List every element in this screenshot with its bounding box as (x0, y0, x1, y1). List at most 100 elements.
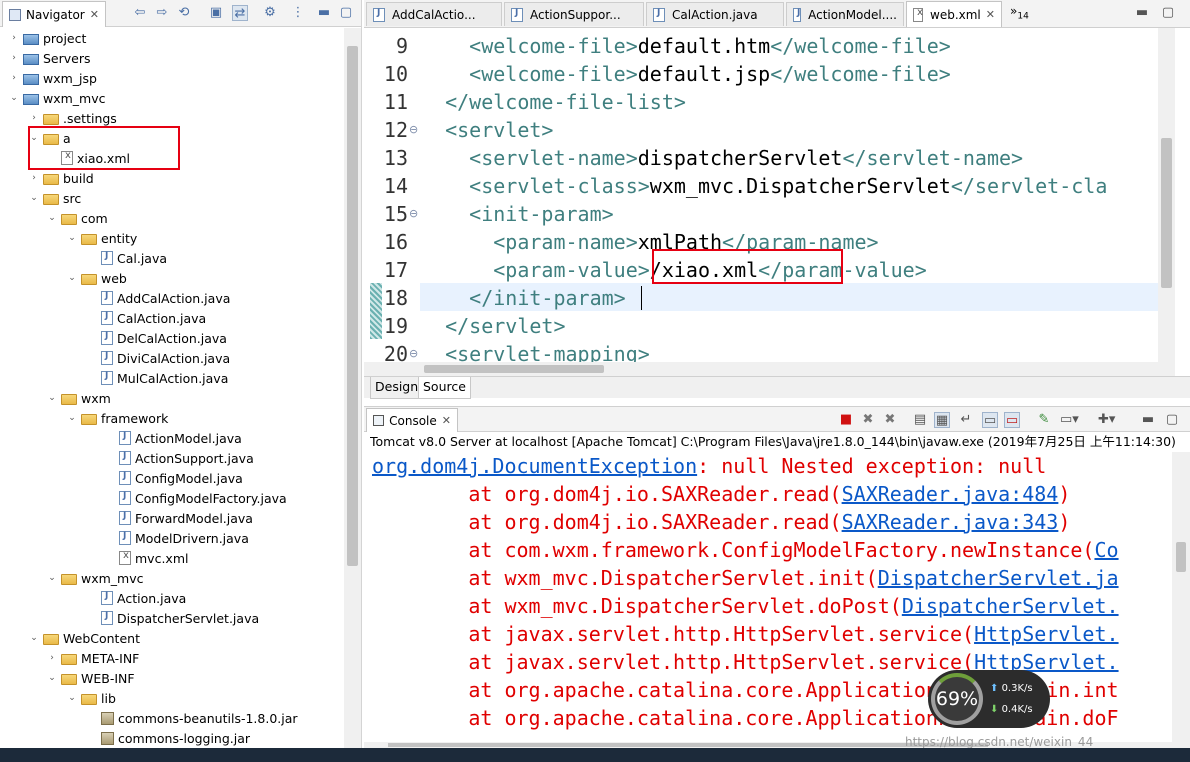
editor-tab[interactable]: ActionModel.... (786, 2, 904, 26)
console-minimize-icon[interactable]: ▬ (1140, 412, 1156, 428)
tree-item[interactable]: › .settings (28, 108, 117, 128)
tree-item[interactable]: MulCalAction.java (86, 368, 228, 388)
tree-item[interactable]: ⌄ WebContent (28, 628, 140, 648)
tree-item[interactable]: ConfigModel.java (104, 468, 243, 488)
tree-item[interactable]: commons-beanutils-1.8.0.jar (86, 708, 298, 728)
tree-item[interactable]: ⌄ entity (66, 228, 137, 248)
tree-item[interactable]: mvc.xml (104, 548, 188, 568)
collapse-chevron-icon[interactable]: ⌄ (28, 193, 40, 203)
navigator-tab[interactable]: Navigator ✕ (2, 1, 106, 27)
tree-item[interactable]: DispatcherServlet.java (86, 608, 259, 628)
back-arrow-icon[interactable]: ⇦ (132, 5, 148, 21)
tab-design[interactable]: Design (370, 377, 424, 399)
network-speed-widget[interactable]: 69% ⬆ 0.3K/s ⬇ 0.4K/s (928, 670, 1050, 728)
tree-item[interactable]: › project (8, 28, 86, 48)
collapse-chevron-icon[interactable]: ⌄ (28, 633, 40, 643)
expand-chevron-icon[interactable]: › (28, 173, 40, 183)
fold-toggle-icon[interactable]: ⊖ (409, 116, 418, 144)
go-into-icon[interactable]: ⟲ (176, 5, 192, 21)
expand-chevron-icon[interactable]: › (46, 653, 58, 663)
code-line[interactable]: <servlet-class>wxm_mvc.DispatcherServlet… (421, 172, 1157, 200)
tree-item[interactable]: ⌄ framework (66, 408, 168, 428)
console-output[interactable]: org.dom4j.DocumentException: null Nested… (364, 452, 1190, 748)
tab-source[interactable]: Source (418, 377, 471, 399)
tree-item[interactable]: ⌄ wxm_mvc (46, 568, 143, 588)
console-hscroll-thumb[interactable] (388, 743, 988, 747)
console-source-link[interactable]: Co (1094, 538, 1118, 562)
editor-tab[interactable]: CalAction.java (646, 2, 784, 26)
open-console-icon[interactable]: ✚▾ (1098, 412, 1115, 428)
navigator-scrollbar[interactable] (344, 28, 361, 748)
tree-item[interactable]: ActionModel.java (104, 428, 242, 448)
console-source-link[interactable]: SAXReader.java:484 (842, 482, 1059, 506)
tree-item[interactable]: › build (28, 168, 94, 188)
tree-item[interactable]: ⌄ wxm (46, 388, 111, 408)
tree-item[interactable]: ⌄ com (46, 208, 107, 228)
remove-launch-icon[interactable]: ✖ (860, 412, 876, 428)
tree-item[interactable]: › META-INF (46, 648, 139, 668)
code-line[interactable]: <init-param> (421, 200, 1157, 228)
collapse-chevron-icon[interactable]: ⌄ (66, 273, 78, 283)
console-tab[interactable]: Console ✕ (366, 408, 458, 432)
close-icon[interactable]: ✕ (90, 8, 99, 21)
close-icon[interactable]: ✕ (986, 8, 995, 21)
navigator-scroll-thumb[interactable] (347, 46, 358, 566)
clear-console-icon[interactable]: ▤ (912, 412, 928, 428)
console-maximize-icon[interactable]: ▢ (1164, 412, 1180, 428)
tree-item[interactable]: CalAction.java (86, 308, 206, 328)
collapse-chevron-icon[interactable]: ⌄ (66, 233, 78, 243)
tree-item[interactable]: ModelDrivern.java (104, 528, 249, 548)
tree-item[interactable]: ⌄ src (28, 188, 81, 208)
console-scroll-thumb[interactable] (1176, 542, 1186, 572)
word-wrap-icon[interactable]: ↵ (958, 412, 974, 428)
link-with-editor-icon[interactable]: ⇄ (232, 5, 248, 21)
tree-item[interactable]: ForwardModel.java (104, 508, 253, 528)
collapse-chevron-icon[interactable]: ⌄ (46, 573, 58, 583)
pin-console-icon[interactable]: ✎ (1036, 412, 1052, 428)
code-line[interactable]: <servlet> (421, 116, 1157, 144)
tree-item[interactable]: › Servers (8, 48, 90, 68)
expand-chevron-icon[interactable]: › (8, 53, 20, 63)
editor-tab[interactable]: AddCalActio... (366, 2, 502, 26)
xml-source-editor[interactable]: 9 10 11 12 ⊖ 13 14 15 ⊖ 16 17 18 19 20 ⊖ <welcome-file… (364, 28, 1190, 376)
editor-vertical-scrollbar[interactable] (1158, 28, 1175, 362)
tree-item[interactable]: ⌄ lib (66, 688, 116, 708)
console-source-link[interactable]: SAXReader.java:343 (842, 510, 1059, 534)
terminate-icon[interactable]: ■ (838, 412, 854, 428)
console-source-link[interactable]: org.dom4j.DocumentException (372, 454, 697, 478)
tree-item[interactable]: DiviCalAction.java (86, 348, 230, 368)
editor-horizontal-scrollbar[interactable] (364, 362, 1175, 376)
tree-item[interactable]: ActionSupport.java (104, 448, 254, 468)
editor-tab[interactable]: web.xml ✕ (906, 1, 1002, 27)
code-line[interactable]: </welcome-file-list> (421, 88, 1157, 116)
collapse-chevron-icon[interactable]: ⌄ (66, 693, 78, 703)
minimize-icon[interactable]: ▬ (316, 5, 332, 21)
code-line[interactable]: <welcome-file>default.htm</welcome-file> (421, 32, 1157, 60)
filter-icon[interactable]: ⚙ (262, 5, 278, 21)
collapse-chevron-icon[interactable]: ⌄ (46, 673, 58, 683)
expand-chevron-icon[interactable]: › (8, 33, 20, 43)
code-line[interactable]: <welcome-file>default.jsp</welcome-file> (421, 60, 1157, 88)
view-menu-icon[interactable]: ⋮ (290, 5, 306, 21)
console-source-link[interactable]: HttpServlet. (974, 622, 1119, 646)
editor-tab[interactable]: ActionSuppor... (504, 2, 644, 26)
maximize-icon[interactable]: ▢ (338, 5, 354, 21)
display-selected-console-icon[interactable]: ▭▾ (1060, 412, 1079, 428)
collapse-all-icon[interactable]: ▣ (208, 5, 224, 21)
remove-all-terminated-icon[interactable]: ✖ (882, 412, 898, 428)
expand-chevron-icon[interactable]: › (28, 113, 40, 123)
editor-minimize-icon[interactable]: ▬ (1134, 5, 1150, 21)
console-source-link[interactable]: DispatcherServlet.ja (878, 566, 1119, 590)
collapse-chevron-icon[interactable]: ⌄ (46, 393, 58, 403)
code-line[interactable]: <servlet-name>dispatcherServlet</servlet… (421, 144, 1157, 172)
scroll-lock-icon[interactable]: ▦ (934, 412, 950, 428)
tree-item[interactable]: DelCalAction.java (86, 328, 227, 348)
tree-item[interactable]: ConfigModelFactory.java (104, 488, 287, 508)
tree-item[interactable]: Action.java (86, 588, 186, 608)
collapse-chevron-icon[interactable]: ⌄ (46, 213, 58, 223)
editor-maximize-icon[interactable]: ▢ (1160, 5, 1176, 21)
tree-item[interactable]: › wxm_jsp (8, 68, 97, 88)
tree-item[interactable]: ⌄ wxm_mvc (8, 88, 105, 108)
forward-arrow-icon[interactable]: ⇨ (154, 5, 170, 21)
collapse-chevron-icon[interactable]: ⌄ (66, 413, 78, 423)
